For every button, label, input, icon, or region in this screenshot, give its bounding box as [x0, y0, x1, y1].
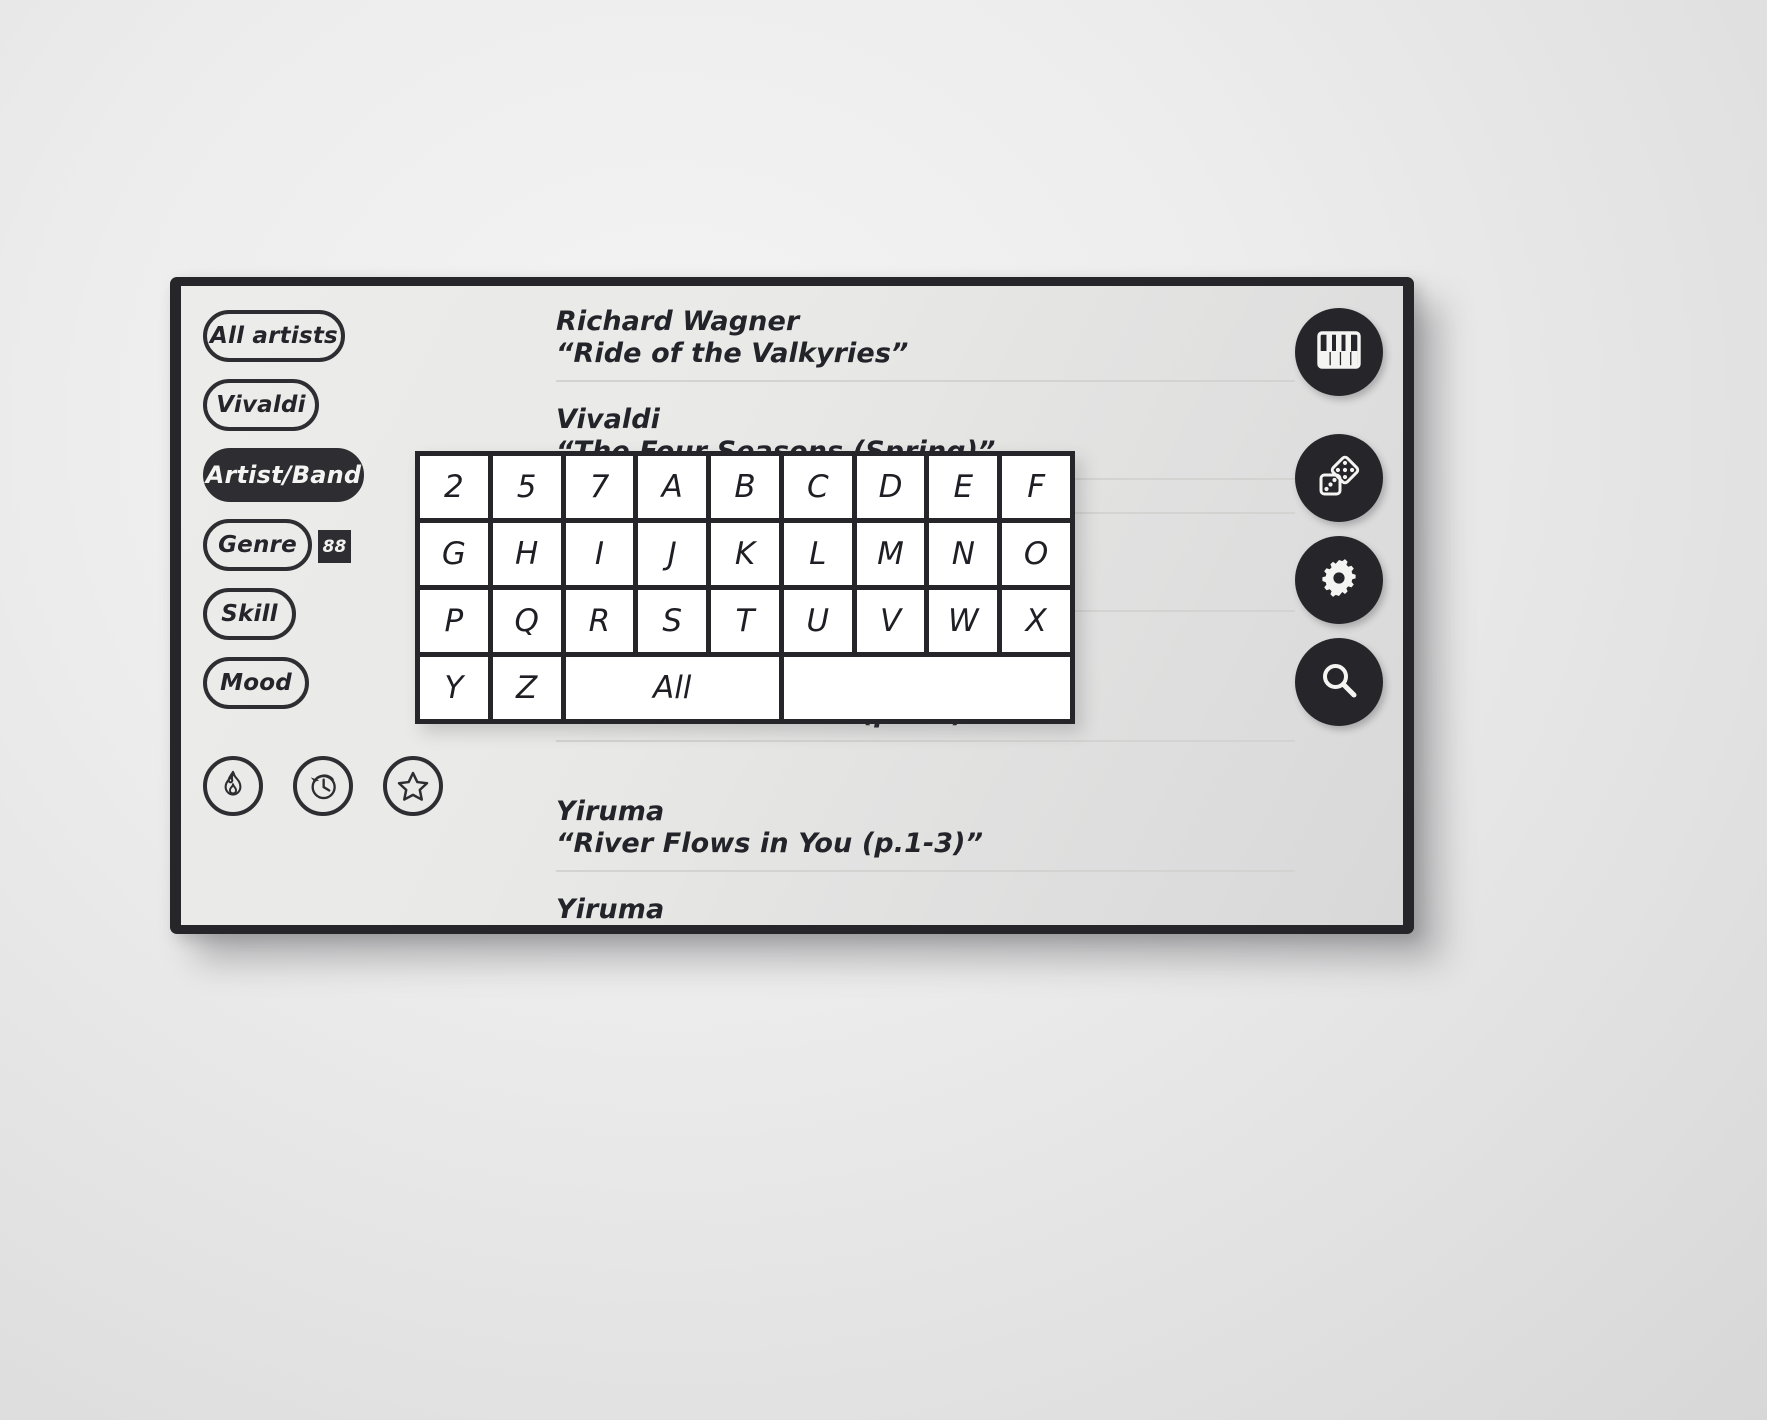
alphabet-grid: 2 5 7 A B C D E F G H I J K L M N O P Q: [415, 451, 1075, 724]
alpha-key[interactable]: K: [711, 523, 784, 590]
alpha-key[interactable]: S: [638, 590, 712, 657]
alpha-key[interactable]: 2: [420, 456, 493, 523]
track-title: “Ride of the Valkyries”: [556, 337, 909, 369]
alpha-key[interactable]: M: [856, 523, 930, 590]
device-frame: All artists Vivaldi Artist/Band Genre 88…: [170, 277, 1414, 934]
sidebar-filter-vivaldi[interactable]: Vivaldi: [203, 379, 319, 431]
alpha-key[interactable]: P: [420, 590, 493, 657]
action-rail: [1295, 286, 1391, 925]
sidebar-filter-label: All artists: [210, 323, 338, 349]
alpha-key[interactable]: R: [565, 590, 639, 657]
alpha-key[interactable]: 5: [492, 456, 566, 523]
track-artist: Yiruma: [556, 796, 665, 827]
genre-count-badge: 88: [318, 530, 351, 563]
instrument-button[interactable]: [1295, 308, 1383, 396]
alpha-key[interactable]: E: [929, 456, 1003, 523]
alpha-key-blank: [783, 657, 1075, 724]
piano-keys-icon: [1316, 330, 1362, 374]
recent-button[interactable]: [293, 756, 353, 816]
sidebar-filter-artist-band[interactable]: Artist/Band: [203, 448, 364, 502]
sidebar-filter-all-artists[interactable]: All artists: [203, 310, 345, 362]
shuffle-button[interactable]: [1295, 434, 1383, 522]
gear-icon: [1317, 556, 1361, 604]
favorites-button[interactable]: [383, 756, 443, 816]
hot-button[interactable]: [203, 756, 263, 816]
alpha-key[interactable]: T: [711, 590, 784, 657]
alpha-key[interactable]: Q: [492, 590, 566, 657]
sidebar-filter-label: Vivaldi: [216, 392, 306, 418]
sidebar-filter-mood[interactable]: Mood: [203, 657, 309, 709]
track-artist: Richard Wagner: [556, 306, 800, 337]
alpha-key[interactable]: 7: [565, 456, 639, 523]
settings-button[interactable]: [1295, 536, 1383, 624]
alpha-key[interactable]: Z: [492, 657, 566, 724]
dice-icon: [1315, 453, 1363, 503]
alpha-key[interactable]: A: [638, 456, 712, 523]
track-artist: Yiruma: [556, 894, 665, 925]
track-list-item[interactable]: Yiruma “River Flows in You (p.1-3)”: [556, 788, 1295, 872]
alpha-key[interactable]: C: [783, 456, 857, 523]
alpha-key[interactable]: L: [783, 523, 857, 590]
flame-icon: [218, 770, 248, 802]
alpha-key[interactable]: D: [856, 456, 930, 523]
alpha-key[interactable]: O: [1002, 523, 1075, 590]
alpha-key[interactable]: J: [638, 523, 712, 590]
track-artist: Vivaldi: [556, 404, 661, 435]
alpha-key[interactable]: N: [929, 523, 1003, 590]
alpha-key[interactable]: H: [492, 523, 566, 590]
app-screen: All artists Vivaldi Artist/Band Genre 88…: [181, 286, 1403, 925]
alphabet-picker-overlay: 2 5 7 A B C D E F G H I J K L M N O P Q: [415, 451, 1075, 724]
sidebar-filter-genre[interactable]: Genre: [203, 519, 312, 571]
sidebar-filter-label: Skill: [221, 601, 278, 627]
sidebar-filter-label: Genre: [218, 532, 297, 558]
alpha-key[interactable]: V: [856, 590, 930, 657]
alpha-key[interactable]: W: [929, 590, 1003, 657]
sidebar-filter-label: Mood: [220, 670, 292, 696]
alpha-key[interactable]: B: [711, 456, 784, 523]
alpha-key[interactable]: I: [565, 523, 639, 590]
sidebar-filter-label: Artist/Band: [205, 461, 362, 489]
clock-arrow-icon: [306, 769, 340, 803]
magnifier-icon: [1318, 659, 1360, 705]
track-list-item[interactable]: Yiruma “River Flows in You (p.1-4)”: [556, 886, 1295, 925]
sidebar-filter-skill[interactable]: Skill: [203, 588, 296, 640]
track-list-item[interactable]: Richard Wagner “Ride of the Valkyries”: [556, 298, 1295, 382]
star-icon: [396, 770, 430, 803]
track-title: “River Flows in You (p.1-3)”: [556, 827, 984, 859]
alpha-key[interactable]: F: [1002, 456, 1075, 523]
alpha-key[interactable]: G: [420, 523, 493, 590]
search-button[interactable]: [1295, 638, 1383, 726]
alpha-key[interactable]: X: [1002, 590, 1075, 657]
alpha-key-all[interactable]: All: [565, 657, 784, 724]
alpha-key[interactable]: Y: [420, 657, 493, 724]
alpha-key[interactable]: U: [783, 590, 857, 657]
